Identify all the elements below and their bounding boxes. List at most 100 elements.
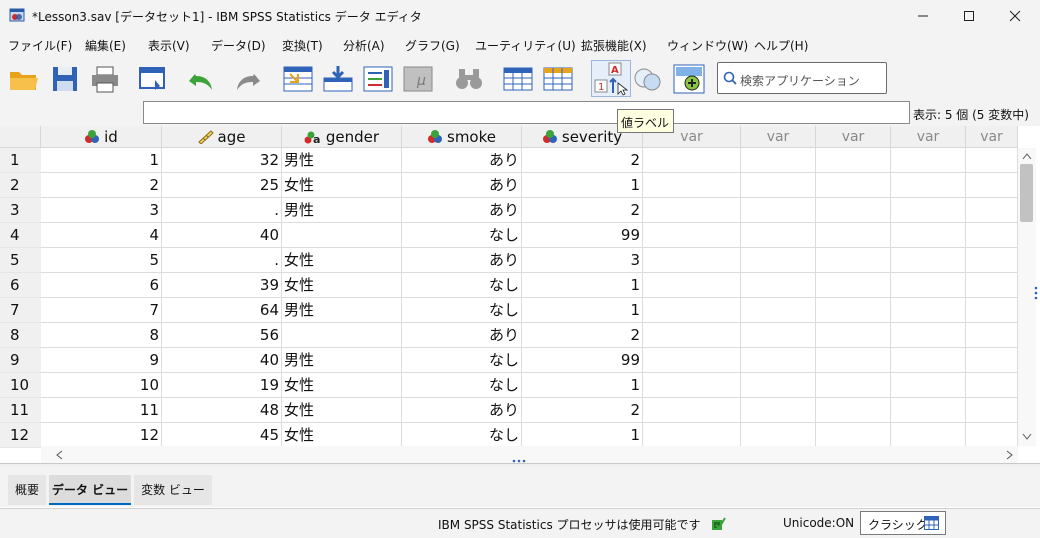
cell-empty[interactable]: [816, 173, 891, 198]
row-header[interactable]: 12: [0, 423, 41, 448]
classic-mode-button[interactable]: クラシック: [860, 511, 946, 535]
row-header[interactable]: 5: [0, 248, 41, 273]
cell-gender[interactable]: 男性: [282, 298, 402, 323]
use-sets-icon[interactable]: [632, 64, 664, 94]
cell-empty[interactable]: [741, 348, 816, 373]
cell-smoke[interactable]: あり: [402, 323, 522, 348]
column-header-var[interactable]: var: [741, 126, 816, 148]
cell-age[interactable]: 39: [162, 273, 282, 298]
cell-empty[interactable]: [816, 298, 891, 323]
cell-empty[interactable]: [643, 373, 741, 398]
cell-empty[interactable]: [643, 323, 741, 348]
cell-empty[interactable]: [643, 223, 741, 248]
cell-empty[interactable]: [966, 323, 1018, 348]
menu-transform[interactable]: 変換(T): [282, 37, 323, 54]
menu-graphs[interactable]: グラフ(G): [405, 37, 460, 54]
cell-empty[interactable]: [741, 223, 816, 248]
cell-severity[interactable]: 2: [522, 148, 643, 173]
maximize-button[interactable]: [946, 0, 992, 32]
row-header[interactable]: 9: [0, 348, 41, 373]
cell-empty[interactable]: [816, 323, 891, 348]
scroll-up-icon[interactable]: [1022, 152, 1032, 160]
cell-id[interactable]: 8: [41, 323, 162, 348]
cell-empty[interactable]: [816, 148, 891, 173]
cell-empty[interactable]: [741, 398, 816, 423]
cell-smoke[interactable]: あり: [402, 148, 522, 173]
cell-empty[interactable]: [891, 323, 966, 348]
cell-empty[interactable]: [816, 273, 891, 298]
cell-empty[interactable]: [643, 148, 741, 173]
column-header-gender[interactable]: a gender: [282, 126, 402, 148]
cell-empty[interactable]: [643, 423, 741, 448]
cell-gender[interactable]: 女性: [282, 373, 402, 398]
cell-empty[interactable]: [966, 423, 1018, 448]
cell-empty[interactable]: [741, 248, 816, 273]
insert-cases-icon[interactable]: [502, 64, 534, 94]
cell-gender[interactable]: [282, 323, 402, 348]
search-input[interactable]: 検索アプリケーション: [717, 62, 887, 94]
cell-age[interactable]: .: [162, 248, 282, 273]
cell-gender[interactable]: [282, 223, 402, 248]
cell-smoke[interactable]: なし: [402, 423, 522, 448]
cell-empty[interactable]: [643, 398, 741, 423]
cell-empty[interactable]: [891, 223, 966, 248]
cell-age[interactable]: 48: [162, 398, 282, 423]
horizontal-scrollbar[interactable]: [41, 446, 1018, 463]
add-extension-icon[interactable]: [673, 64, 705, 94]
menu-utilities[interactable]: ユーティリティ(U): [475, 37, 576, 54]
cell-empty[interactable]: [966, 273, 1018, 298]
tab-variable-view[interactable]: 変数 ビュー: [134, 475, 212, 505]
cell-empty[interactable]: [741, 173, 816, 198]
cell-empty[interactable]: [643, 173, 741, 198]
cell-id[interactable]: 7: [41, 298, 162, 323]
cell-id[interactable]: 4: [41, 223, 162, 248]
cell-smoke[interactable]: あり: [402, 198, 522, 223]
cell-empty[interactable]: [816, 248, 891, 273]
cell-empty[interactable]: [891, 398, 966, 423]
cell-empty[interactable]: [966, 223, 1018, 248]
cell-empty[interactable]: [891, 298, 966, 323]
cell-age[interactable]: 25: [162, 173, 282, 198]
cell-empty[interactable]: [891, 373, 966, 398]
menu-analyze[interactable]: 分析(A): [343, 37, 385, 54]
row-header[interactable]: 10: [0, 373, 41, 398]
cell-age[interactable]: 45: [162, 423, 282, 448]
cell-severity[interactable]: 1: [522, 298, 643, 323]
tab-data-view[interactable]: データ ビュー: [49, 475, 131, 505]
row-header[interactable]: 3: [0, 198, 41, 223]
vertical-scroll-thumb[interactable]: [1020, 164, 1033, 222]
cell-empty[interactable]: [966, 248, 1018, 273]
cell-empty[interactable]: [816, 423, 891, 448]
cell-gender[interactable]: 男性: [282, 148, 402, 173]
cell-empty[interactable]: [966, 398, 1018, 423]
cell-empty[interactable]: [891, 198, 966, 223]
cell-smoke[interactable]: あり: [402, 248, 522, 273]
cell-age[interactable]: 32: [162, 148, 282, 173]
menu-view[interactable]: 表示(V): [148, 37, 190, 54]
minimize-button[interactable]: [900, 0, 946, 32]
cell-editor-input[interactable]: [143, 101, 910, 124]
print-icon[interactable]: [89, 64, 121, 94]
cell-empty[interactable]: [741, 273, 816, 298]
column-header-id[interactable]: id: [41, 126, 162, 148]
cell-empty[interactable]: [816, 348, 891, 373]
menu-window[interactable]: ウィンドウ(W): [667, 37, 748, 54]
side-splitter-grip-icon[interactable]: [1034, 286, 1038, 300]
cell-empty[interactable]: [741, 198, 816, 223]
cell-gender[interactable]: 女性: [282, 423, 402, 448]
cell-empty[interactable]: [966, 173, 1018, 198]
cell-id[interactable]: 1: [41, 148, 162, 173]
cell-severity[interactable]: 1: [522, 173, 643, 198]
menu-help[interactable]: ヘルプ(H): [754, 37, 808, 54]
cell-id[interactable]: 10: [41, 373, 162, 398]
cell-empty[interactable]: [741, 373, 816, 398]
row-header[interactable]: 8: [0, 323, 41, 348]
tab-overview[interactable]: 概要: [8, 475, 46, 505]
cell-id[interactable]: 12: [41, 423, 162, 448]
cell-id[interactable]: 9: [41, 348, 162, 373]
cell-gender[interactable]: 女性: [282, 273, 402, 298]
menu-file[interactable]: ファイル(F): [8, 37, 72, 54]
cell-severity[interactable]: 1: [522, 373, 643, 398]
cell-empty[interactable]: [643, 248, 741, 273]
menu-extensions[interactable]: 拡張機能(X): [581, 37, 647, 54]
